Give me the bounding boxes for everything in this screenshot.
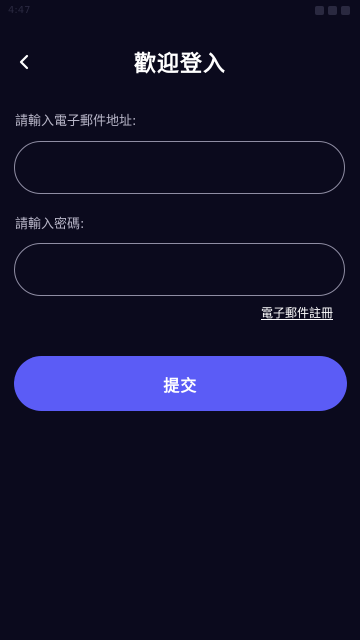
submit-button[interactable]: 提交 (14, 356, 347, 411)
email-register-link[interactable]: 電子郵件註冊 (261, 304, 333, 321)
status-time: 4:47 (8, 5, 31, 16)
signal-icon (328, 6, 337, 15)
header: 歡迎登入 (0, 40, 360, 84)
status-icons (315, 6, 350, 15)
wifi-icon (315, 6, 324, 15)
email-input[interactable] (14, 141, 345, 194)
page-title: 歡迎登入 (133, 52, 226, 77)
password-label: 請輸入密碼: (15, 217, 85, 232)
battery-icon (341, 6, 350, 15)
status-bar: 4:47 (0, 0, 360, 24)
password-input[interactable] (14, 243, 345, 296)
email-label: 請輸入電子郵件地址: (15, 114, 137, 129)
